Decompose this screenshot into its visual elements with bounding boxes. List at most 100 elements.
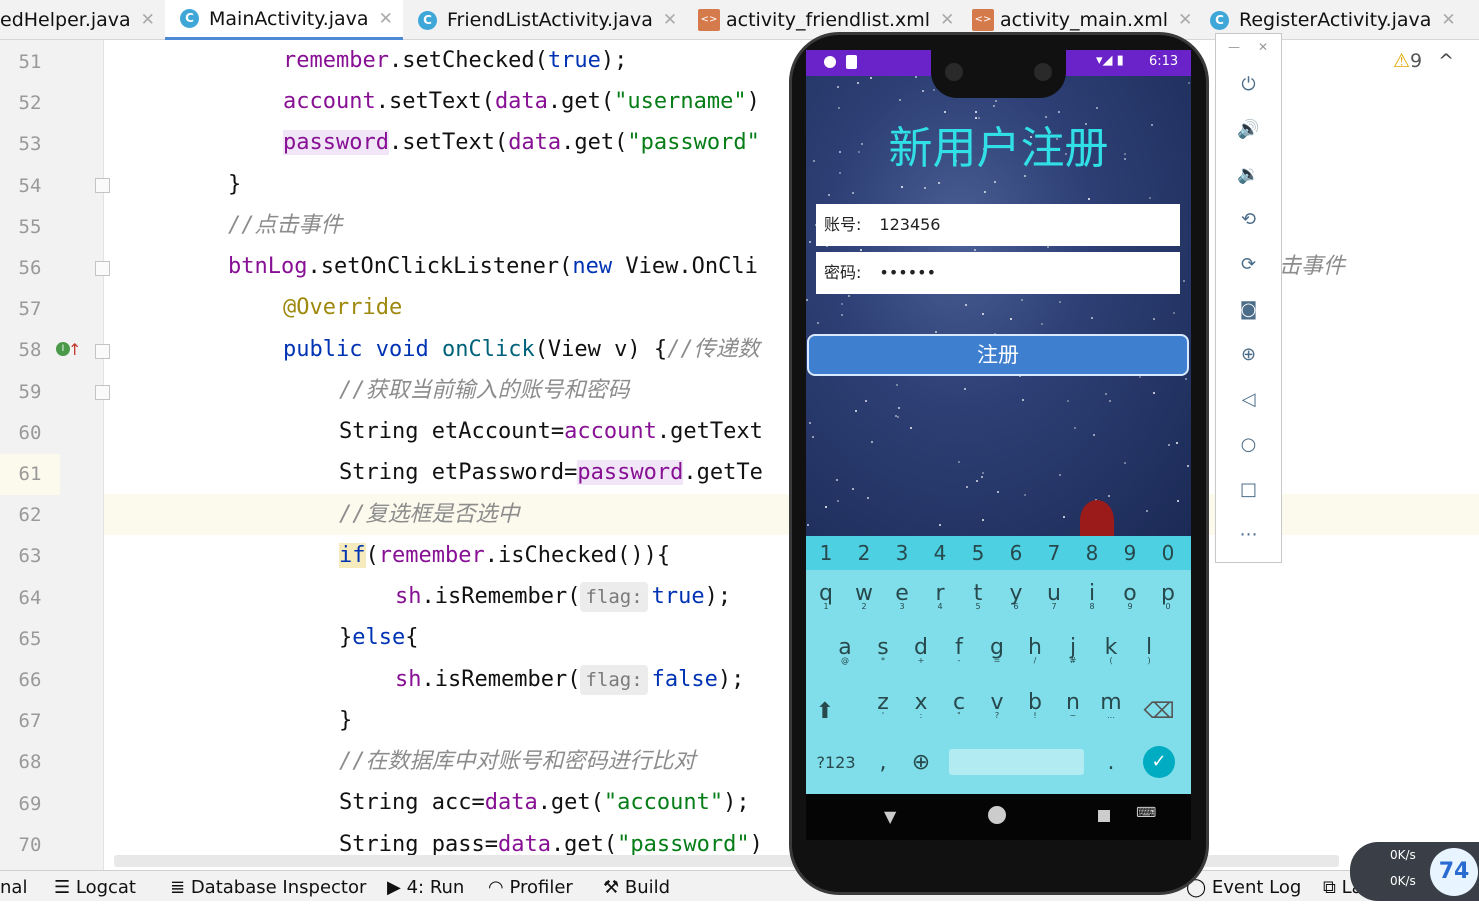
period-key[interactable]: . — [1092, 750, 1130, 775]
tab-label: FriendListActivity.java — [447, 9, 653, 31]
emulator-screen[interactable]: ▾◢ ▮ 6:13 新用户注册 账号: 123456 密码: •••••• 注册 1… — [806, 50, 1191, 840]
run-tab[interactable]: ▶ 4: Run — [387, 871, 464, 902]
key[interactable]: y6 — [997, 581, 1035, 611]
power-icon[interactable]: ⏻ — [1216, 74, 1281, 95]
build-tab[interactable]: ⚒ Build — [603, 871, 670, 902]
logcat-tab[interactable]: ☰ Logcat — [54, 871, 136, 902]
class-icon: C — [418, 10, 437, 30]
key[interactable]: g = — [978, 635, 1016, 665]
key[interactable]: p0 — [1149, 581, 1187, 611]
fold-icon[interactable] — [95, 344, 110, 359]
shift-key[interactable]: ⬆ — [806, 699, 844, 724]
line-number: 70 — [18, 833, 42, 856]
event-log-tab[interactable]: ◯ Event Log — [1186, 871, 1301, 902]
key[interactable]: e3 — [883, 581, 921, 611]
key[interactable]: h / — [1016, 635, 1054, 665]
globe-icon[interactable]: ⊕ — [902, 750, 940, 775]
key[interactable]: b! — [1016, 690, 1054, 720]
key[interactable]: r4 — [921, 581, 959, 611]
key[interactable]: k( — [1092, 635, 1130, 665]
database-inspector-tab[interactable]: ≣ Database Inspector — [170, 871, 366, 902]
space-key[interactable] — [949, 749, 1084, 775]
key[interactable]: u7 — [1035, 581, 1073, 611]
key[interactable]: i8 — [1073, 581, 1111, 611]
terminal-tab[interactable]: nal — [0, 871, 27, 902]
close-icon[interactable]: ✕ — [940, 10, 954, 30]
line-number: 63 — [18, 545, 42, 568]
key[interactable]: 8 — [1073, 541, 1111, 565]
backspace-key[interactable]: ⌫ — [1140, 699, 1178, 724]
home-icon[interactable] — [988, 806, 1006, 824]
profiler-tab[interactable]: ◠ Profiler — [488, 871, 573, 902]
tab-dbhelper[interactable]: edHelper.java ✕ — [0, 0, 165, 40]
key[interactable]: a @ — [826, 635, 864, 665]
back-icon[interactable]: ▼ — [884, 807, 896, 826]
rotate-right-icon[interactable]: ⟳ — [1216, 254, 1281, 275]
rotate-left-icon[interactable]: ⟲ — [1216, 209, 1281, 230]
key[interactable]: 3 — [883, 541, 921, 565]
key[interactable]: n ~ — [1054, 690, 1092, 720]
symbols-key[interactable]: ?123 — [812, 753, 860, 772]
key[interactable]: x: — [902, 690, 940, 720]
network-speed-widget: 0K/s 0K/s 74 — [1350, 842, 1479, 901]
close-icon[interactable]: ✕ — [141, 10, 155, 30]
key[interactable]: q1 — [807, 581, 845, 611]
minimize-icon[interactable]: — — [1228, 40, 1240, 54]
camera-icon[interactable]: ◙ — [1216, 299, 1281, 320]
key[interactable]: 6 — [997, 541, 1035, 565]
fold-icon[interactable] — [95, 178, 110, 193]
star — [836, 478, 839, 481]
warning-indicator[interactable]: ⚠9 ^ — [1393, 50, 1454, 72]
code-line-59: //获取当前输入的账号和密码 — [339, 378, 630, 403]
keyboard-icon[interactable]: ⌨ — [1136, 805, 1156, 821]
key[interactable]: 2 — [845, 541, 883, 565]
key[interactable]: c " — [940, 690, 978, 720]
home-icon[interactable]: ○ — [1216, 434, 1281, 455]
clock: 6:13 — [1149, 54, 1179, 69]
close-icon[interactable]: ✕ — [379, 9, 393, 29]
key[interactable]: f- — [940, 635, 978, 665]
key[interactable]: 9 — [1111, 541, 1149, 565]
key[interactable]: 5 — [959, 541, 997, 565]
key[interactable]: z ' — [864, 690, 902, 720]
tab-friendlist[interactable]: C FriendListActivity.java ✕ — [403, 0, 683, 40]
register-button[interactable]: 注册 — [807, 334, 1189, 376]
zoom-icon[interactable]: ⊕ — [1216, 344, 1281, 365]
key[interactable]: 4 — [921, 541, 959, 565]
chevron-up-icon[interactable]: ^ — [1438, 50, 1454, 72]
password-field[interactable]: 密码: •••••• — [816, 252, 1180, 294]
key[interactable]: d + — [902, 635, 940, 665]
check-icon[interactable]: ✓ — [1143, 746, 1175, 778]
close-icon[interactable]: ✕ — [1258, 40, 1268, 54]
key[interactable]: v? — [978, 690, 1016, 720]
volume-up-icon[interactable]: 🔊 — [1216, 119, 1281, 140]
key[interactable]: j # — [1054, 635, 1092, 665]
key[interactable]: w2 — [845, 581, 883, 611]
key[interactable]: o9 — [1111, 581, 1149, 611]
close-icon[interactable]: ✕ — [663, 10, 677, 30]
account-field[interactable]: 账号: 123456 — [816, 204, 1180, 246]
recents-icon[interactable] — [1098, 810, 1110, 822]
overview-icon[interactable]: □ — [1216, 479, 1281, 500]
key[interactable]: 7 — [1035, 541, 1073, 565]
key[interactable]: t5 — [959, 581, 997, 611]
key[interactable]: m… — [1092, 690, 1130, 720]
fold-icon[interactable] — [95, 385, 110, 400]
star — [938, 523, 941, 526]
star — [1062, 516, 1065, 519]
key[interactable]: 1 — [807, 541, 845, 565]
close-icon[interactable]: ✕ — [1178, 10, 1192, 30]
key[interactable]: s * — [864, 635, 902, 665]
key[interactable]: 0 — [1149, 541, 1187, 565]
close-icon[interactable]: ✕ — [1441, 10, 1455, 30]
account-label: 账号: — [824, 215, 862, 234]
back-icon[interactable]: ◁ — [1216, 389, 1281, 410]
build-icon: ⚒ — [603, 877, 625, 898]
more-icon[interactable]: ⋯ — [1216, 524, 1281, 545]
key[interactable]: l) — [1130, 635, 1168, 665]
volume-down-icon[interactable]: 🔉 — [1216, 164, 1281, 185]
fold-icon[interactable] — [95, 261, 110, 276]
line-number: 61 — [0, 454, 60, 495]
tab-mainactivity[interactable]: C MainActivity.java ✕ — [165, 0, 403, 40]
comma-key[interactable]: , — [864, 750, 902, 775]
